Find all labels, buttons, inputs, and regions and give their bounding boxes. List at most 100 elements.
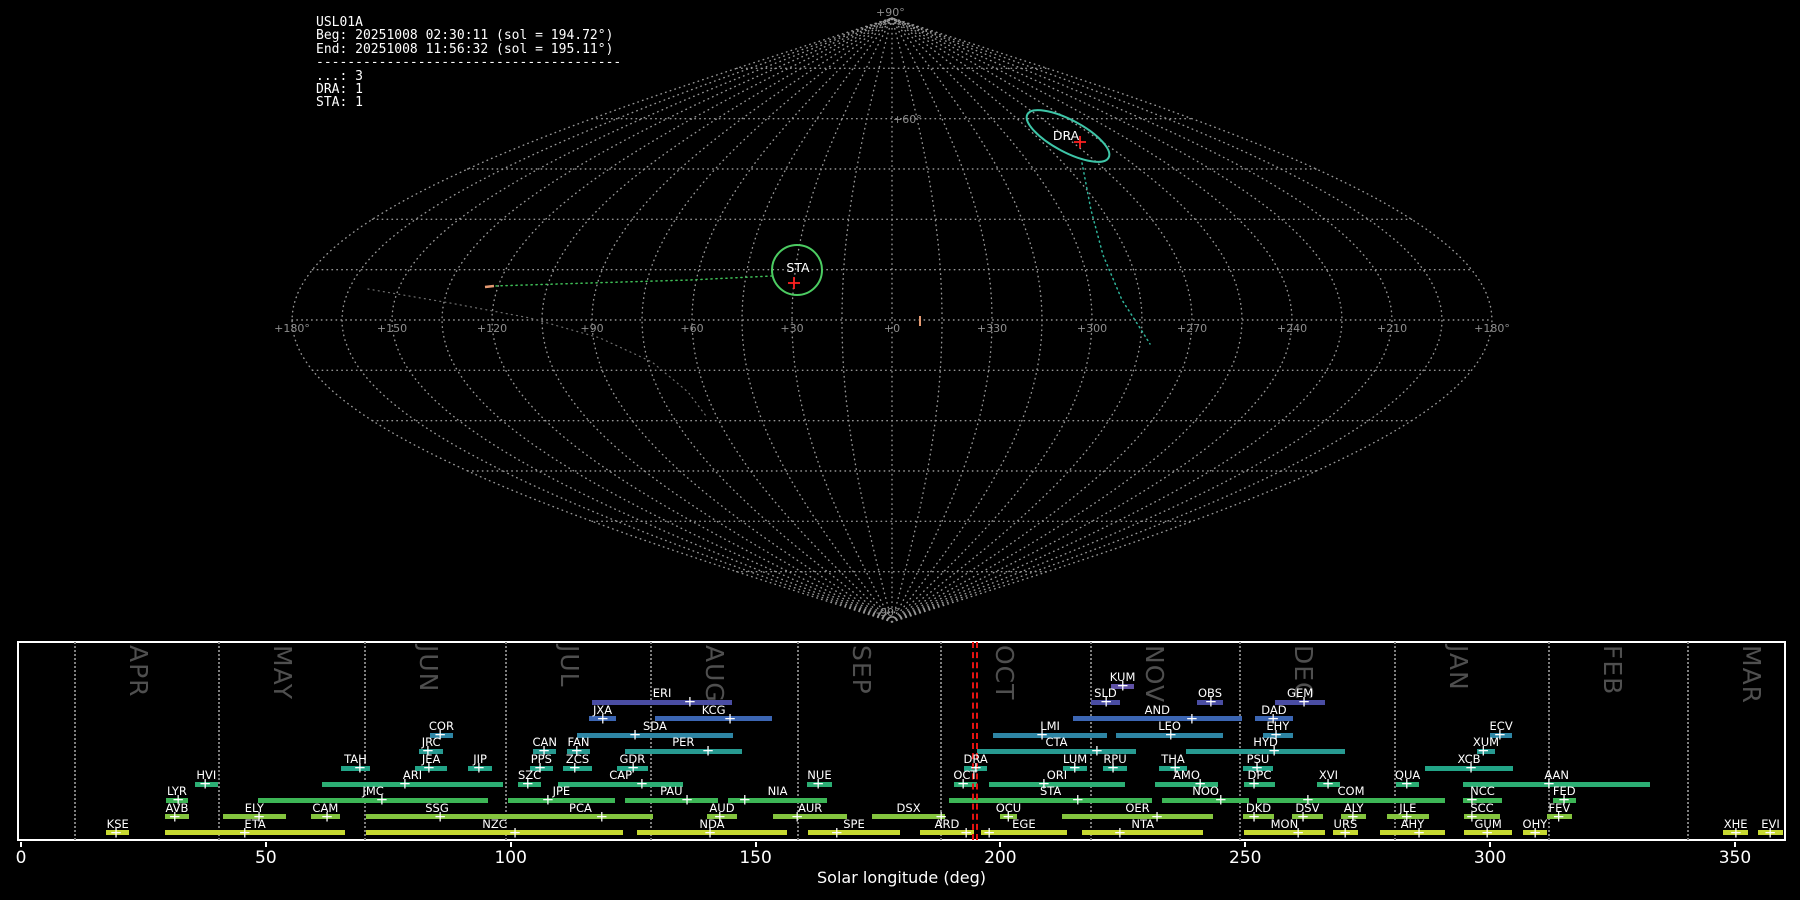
shower-label-STA: STA (1039, 784, 1062, 798)
shower-peak-XCB: + (1464, 758, 1478, 777)
shower-peak-RPU: + (1106, 758, 1120, 777)
shower-peak-XVI: + (1321, 774, 1335, 793)
shower-label-ARD: ARD (934, 816, 960, 831)
shower-bar-PCA (507, 814, 654, 819)
shower-bar-ARI (322, 781, 503, 787)
month-label-OCT: OCT (990, 645, 1020, 701)
axis-tick-label-0: 0 (15, 848, 27, 868)
month-separator-MAR (1686, 642, 1689, 840)
shower-bar-MON (1243, 830, 1326, 835)
shower-peak-ETA: + (238, 823, 252, 841)
shower-peak-ARD: + (959, 823, 973, 841)
shower-label-OER: OER (1125, 800, 1150, 815)
month-separator-APR (73, 642, 76, 840)
shower-peak-HYD: + (1267, 741, 1281, 760)
shower-bar-NTA (1082, 830, 1204, 835)
shower-peak-KUM: + (1116, 676, 1130, 695)
month-label-JAN: JAN (1443, 645, 1473, 691)
shower-peak-PAU: + (680, 790, 694, 809)
axis-tick-100 (509, 842, 512, 847)
shower-peak-AVB: + (168, 807, 182, 825)
shower-peak-XHE: + (1729, 823, 1743, 841)
month-label-JUL: JUL (554, 645, 584, 688)
shower-peak-STA: + (1071, 790, 1085, 809)
shower-peak-AUR: + (790, 807, 804, 825)
month-label-MAR: MAR (1736, 645, 1766, 705)
shower-label-SDA: SDA (642, 719, 667, 733)
shower-bar-AUR (773, 814, 848, 819)
month-separator-DEC (1239, 642, 1242, 840)
shower-peak-JXA: + (596, 709, 610, 727)
month-label-JUN: JUN (413, 645, 443, 693)
shower-peak-EGE: + (982, 823, 996, 841)
shower-peak-GUM: + (1480, 823, 1494, 841)
shower-peak-NOO: + (1214, 790, 1228, 809)
axis-tick-label-100: 100 (494, 848, 527, 868)
shower-peak-PER: + (701, 741, 715, 760)
axis-tick-label-200: 200 (984, 848, 1017, 868)
shower-peak-URS: + (1338, 823, 1352, 841)
shower-label-JPE: JPE (552, 784, 571, 798)
shower-bar-JMC (258, 797, 489, 803)
month-separator-JUL (504, 642, 507, 840)
shower-peak-KCG: + (723, 709, 737, 727)
shower-peak-ERI: + (683, 692, 697, 711)
shower-label-NZC: NZC (482, 816, 507, 831)
shower-peak-CTA: + (1090, 741, 1104, 760)
shower-peak-TAH: + (353, 758, 367, 777)
shower-peak-PCA: + (595, 807, 609, 825)
shower-bar-SDA (576, 732, 733, 738)
shower-bar-SPE (807, 830, 900, 835)
shower-peak-SPE: + (830, 823, 844, 841)
shower-peak-DPC: + (1247, 774, 1261, 793)
axis-tick-300 (1489, 842, 1492, 847)
axis-tick-350 (1733, 842, 1736, 847)
shower-bar-NOO (1162, 797, 1250, 803)
month-separator-JAN (1393, 642, 1396, 840)
shower-peak-ARI: + (398, 774, 412, 793)
axis-tick-0 (20, 842, 22, 847)
shower-peak-FEV: + (1552, 807, 1565, 825)
shower-peak-NZC: + (508, 823, 522, 841)
shower-peak-ZCS: + (568, 758, 582, 777)
shower-peak-MON: + (1291, 823, 1305, 841)
shower-label-AND: AND (1144, 702, 1171, 717)
event-marker-line-right (975, 642, 978, 840)
axis-tick-50 (264, 842, 267, 847)
shower-peak-LEO: + (1164, 725, 1178, 744)
shower-peak-NIA: + (738, 790, 752, 809)
shower-label-PAU: PAU (660, 784, 683, 798)
shower-peak-SSG: + (433, 807, 447, 825)
axis-tick-150 (754, 842, 757, 847)
month-label-SEP: SEP (847, 645, 877, 695)
shower-label-PCA: PCA (569, 800, 592, 815)
shower-label-KCG: KCG (701, 702, 726, 717)
shower-label-CTA: CTA (1045, 735, 1068, 749)
shower-peak-OHY: + (1528, 823, 1542, 841)
shower-peak-AHY: + (1412, 823, 1426, 841)
shower-peak-EVI: + (1763, 823, 1777, 841)
event-marker-line-left (972, 642, 975, 840)
x-axis-title: Solar longitude (deg) (817, 868, 986, 887)
shower-peak-SDA: + (628, 725, 642, 744)
shower-peak-DSV: + (1296, 807, 1310, 825)
shower-bar-STA (948, 797, 1153, 803)
axis-tick-label-350: 350 (1718, 848, 1752, 868)
month-separator-AUG (650, 642, 653, 840)
shower-peak-KSE: + (109, 823, 123, 841)
month-separator-MAY (217, 642, 220, 840)
activity-timeline: APR MAY JUN JUL AUG SEP OCT NOV DEC JAN FEB MAR KUM +… (0, 0, 1800, 900)
shower-label-DSX: DSX (896, 800, 921, 815)
shower-bar-JPE (507, 797, 615, 803)
axis-tick-200 (999, 842, 1002, 847)
shower-peak-JPE: + (541, 790, 555, 809)
shower-peak-GEM: + (1297, 692, 1311, 711)
app-root: USL01A Beg: 20251008 02:30:11 (sol = 194… (0, 0, 1800, 900)
shower-label-NIA: NIA (767, 784, 788, 798)
month-label-NOV: NOV (1140, 645, 1169, 704)
shower-bar-KCG (655, 716, 773, 721)
shower-label-CAP: CAP (609, 768, 633, 782)
shower-peak-NUE: + (811, 774, 825, 793)
shower-peak-NTA: + (1113, 823, 1127, 841)
shower-peak-OCT: + (956, 774, 970, 793)
